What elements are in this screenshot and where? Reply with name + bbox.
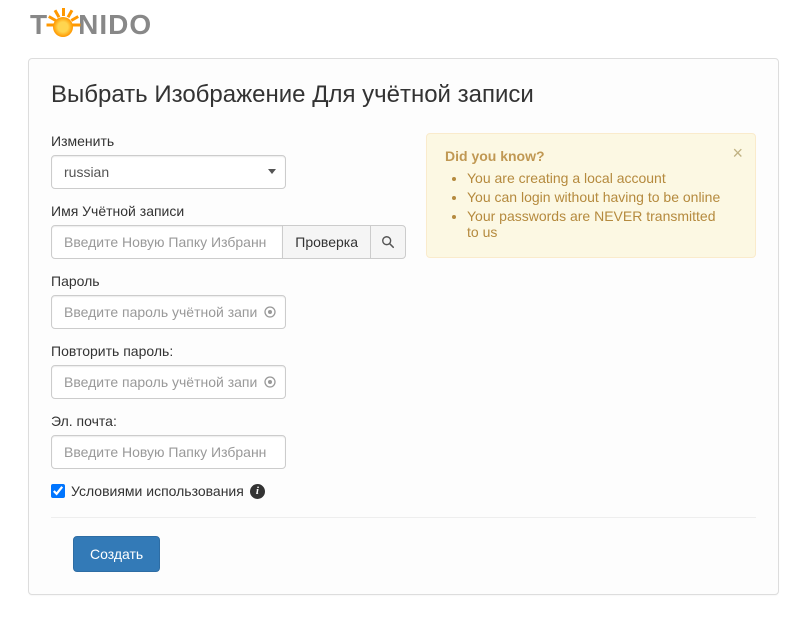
account-name-label: Имя Учётной записи — [51, 203, 406, 219]
info-title: Did you know? — [445, 148, 725, 164]
logo-text: NIDO — [78, 9, 152, 41]
create-button[interactable]: Создать — [73, 536, 160, 572]
page-title: Выбрать Изображение Для учётной записи — [51, 81, 756, 109]
check-button[interactable]: Проверка — [282, 225, 371, 259]
language-label: Изменить — [51, 133, 406, 149]
search-button[interactable] — [370, 225, 406, 259]
close-icon: × — [732, 143, 743, 163]
info-alert: × Did you know? You are creating a local… — [426, 133, 756, 258]
info-icon[interactable]: i — [250, 484, 265, 499]
eye-icon[interactable] — [262, 304, 278, 320]
terms-checkbox[interactable] — [51, 484, 65, 498]
terms-label: Условиями использования — [71, 483, 244, 499]
info-item: You are creating a local account — [467, 170, 725, 186]
password-input[interactable] — [51, 295, 286, 329]
info-item: You can login without having to be onlin… — [467, 189, 725, 205]
logo: T NIDO — [30, 8, 777, 42]
close-button[interactable]: × — [732, 144, 743, 162]
divider — [51, 517, 756, 518]
repeat-password-label: Повторить пароль: — [51, 343, 406, 359]
search-icon — [381, 235, 395, 249]
form-column: Изменить russian Имя Учётной записи Пров… — [51, 133, 406, 483]
repeat-password-input[interactable] — [51, 365, 286, 399]
password-label: Пароль — [51, 273, 406, 289]
account-name-input[interactable] — [51, 225, 283, 259]
app-header: T NIDO — [0, 0, 807, 48]
language-select[interactable]: russian — [51, 155, 286, 189]
email-input[interactable] — [51, 435, 286, 469]
info-item: Your passwords are NEVER transmitted to … — [467, 208, 725, 240]
eye-icon[interactable] — [262, 374, 278, 390]
sun-icon — [46, 8, 80, 42]
email-label: Эл. почта: — [51, 413, 406, 429]
info-list: You are creating a local account You can… — [445, 170, 725, 240]
main-panel: Выбрать Изображение Для учётной записи И… — [28, 58, 779, 595]
